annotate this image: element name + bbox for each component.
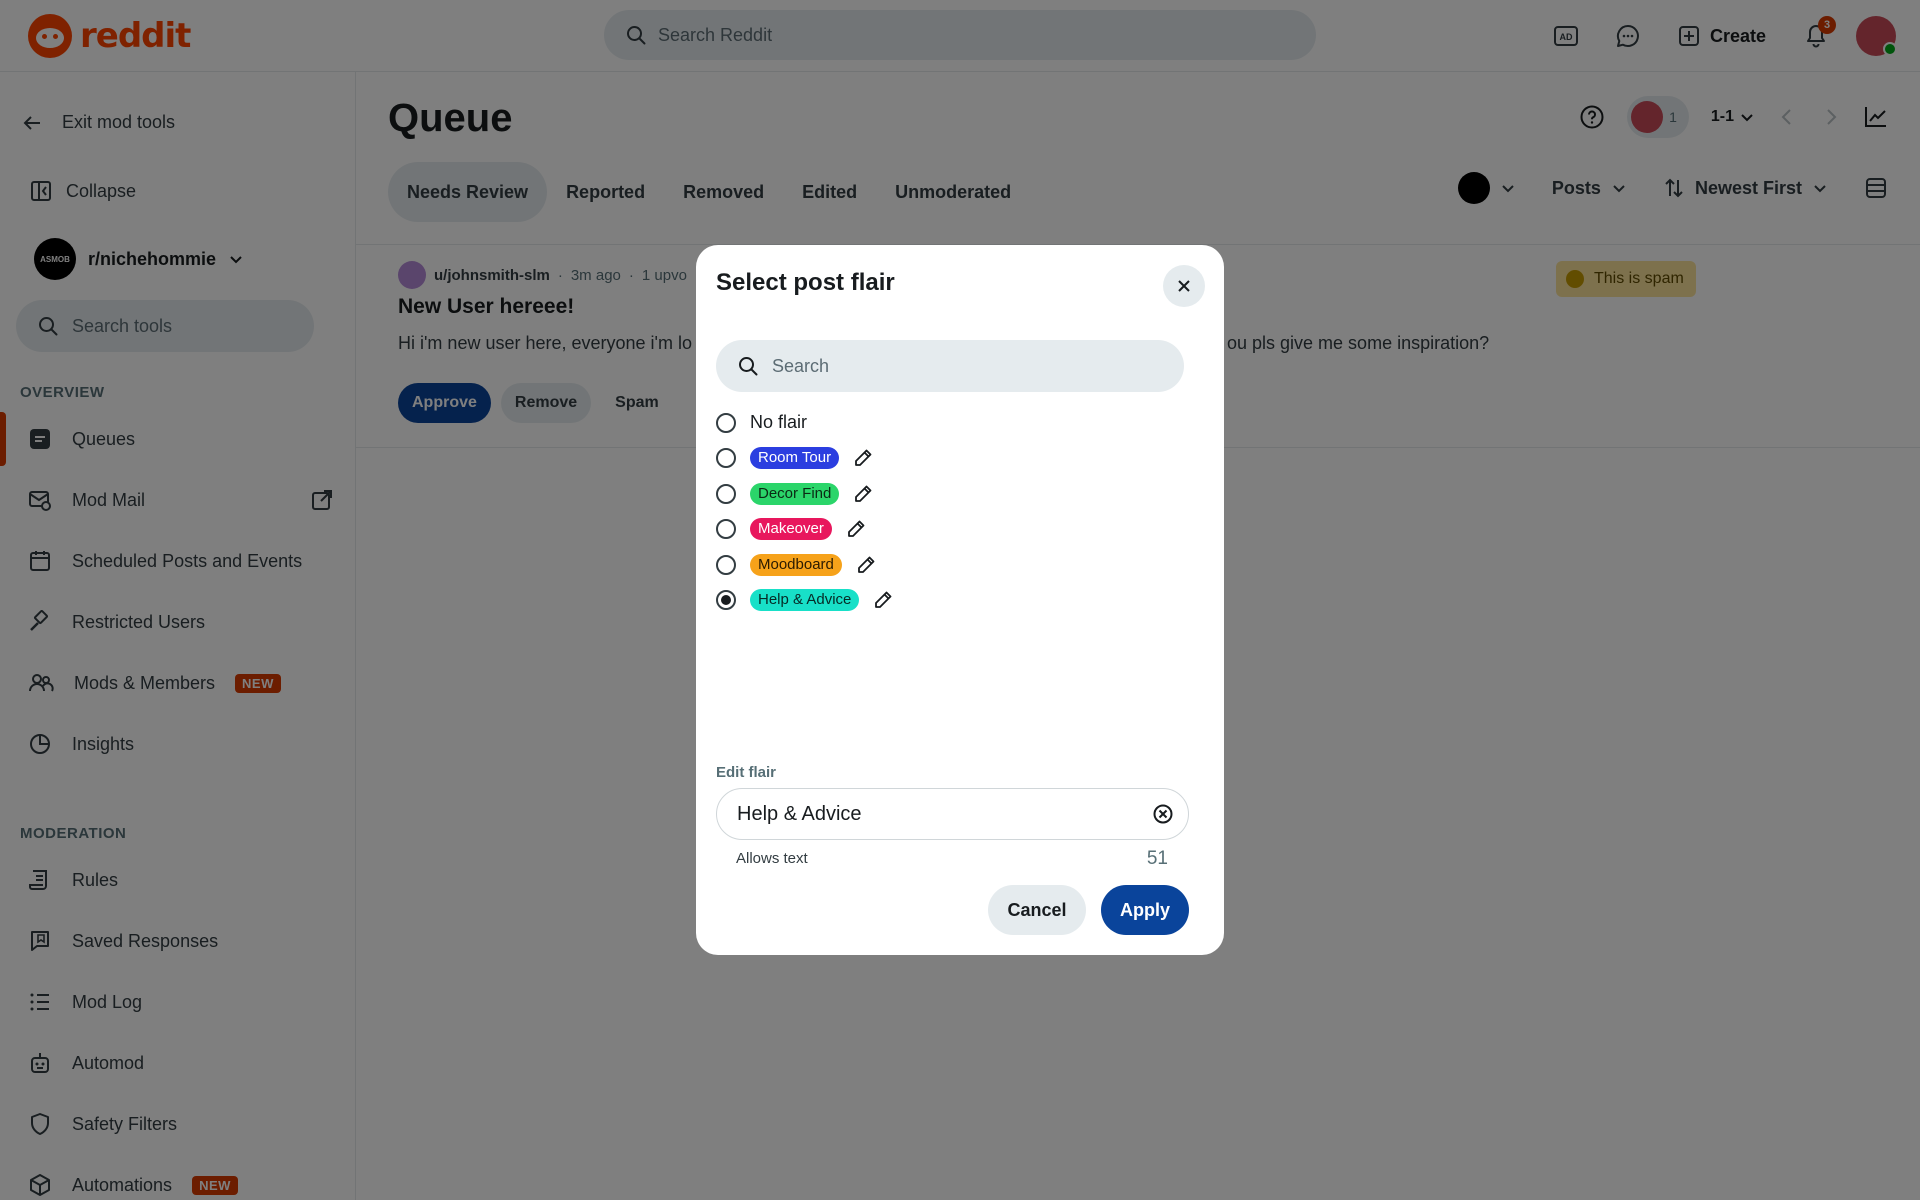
- flair-label: Makeover: [750, 518, 832, 541]
- flair-option[interactable]: Moodboard: [716, 547, 1186, 583]
- flair-radio[interactable]: [716, 519, 736, 540]
- flair-radio[interactable]: [716, 483, 736, 504]
- flair-option[interactable]: Makeover: [716, 512, 1186, 548]
- flair-label: No flair: [750, 412, 808, 433]
- pencil-icon[interactable]: [873, 590, 893, 610]
- flair-search-input[interactable]: Search: [716, 340, 1184, 392]
- character-count: 51: [1146, 848, 1168, 869]
- edit-flair-label: Edit flair: [716, 764, 777, 781]
- cancel-button[interactable]: Cancel: [988, 885, 1086, 935]
- pencil-icon[interactable]: [853, 448, 873, 468]
- flair-radio[interactable]: [716, 590, 736, 611]
- search-icon: [739, 357, 758, 376]
- apply-button[interactable]: Apply: [1101, 885, 1189, 935]
- modal-title: Select post flair: [716, 269, 895, 296]
- flair-list: No flair Room Tour Decor Find Makeover Moodb…: [716, 405, 1186, 618]
- clear-circle-icon[interactable]: [1152, 803, 1174, 825]
- edit-flair-input[interactable]: Help & Advice: [716, 788, 1189, 840]
- flair-label: Room Tour: [750, 447, 840, 470]
- flair-label: Decor Find: [750, 482, 840, 505]
- pencil-icon[interactable]: [856, 555, 876, 575]
- flair-label: Moodboard: [750, 553, 842, 576]
- allows-text-label: Allows text: [736, 850, 808, 867]
- flair-radio[interactable]: [716, 412, 736, 433]
- flair-radio[interactable]: [716, 448, 736, 469]
- flair-option[interactable]: Help & Advice: [716, 583, 1186, 619]
- close-icon: [1178, 280, 1190, 292]
- pencil-icon[interactable]: [846, 519, 866, 539]
- flair-search-placeholder: Search: [772, 355, 830, 376]
- close-button[interactable]: [1163, 265, 1205, 307]
- flair-option[interactable]: No flair: [716, 405, 1186, 441]
- flair-option[interactable]: Decor Find: [716, 476, 1186, 512]
- flair-radio[interactable]: [716, 554, 736, 575]
- flair-label: Help & Advice: [750, 589, 860, 612]
- select-post-flair-modal: Select post flair Search No flair Room To…: [696, 245, 1224, 955]
- edit-flair-value: Help & Advice: [737, 802, 862, 825]
- pencil-icon[interactable]: [853, 484, 873, 504]
- flair-option[interactable]: Room Tour: [716, 441, 1186, 477]
